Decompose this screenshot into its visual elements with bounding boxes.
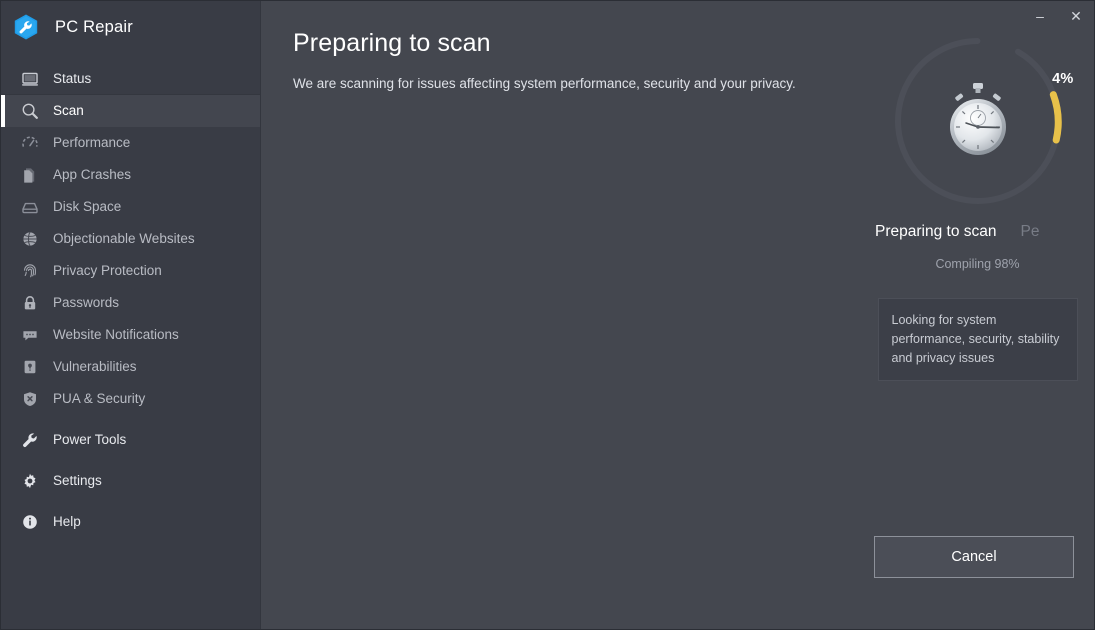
- wrench-hexagon-icon: [11, 12, 41, 42]
- sidebar-item-disk-space[interactable]: Disk Space: [1, 191, 260, 223]
- sidebar-item-vulnerabilities[interactable]: Vulnerabilities: [1, 351, 260, 383]
- close-icon: ✕: [1070, 7, 1082, 24]
- sidebar-item-settings[interactable]: Settings: [1, 465, 260, 497]
- sidebar-item-pua-security[interactable]: PUA & Security: [1, 383, 260, 415]
- minimize-icon: –: [1036, 8, 1044, 24]
- sidebar-item-label: Status: [53, 70, 92, 86]
- sidebar-item-label: Settings: [53, 473, 102, 489]
- sidebar-item-label: Scan: [53, 103, 84, 119]
- progress-percent: 4%: [1052, 71, 1074, 87]
- compiling-status: Compiling 98%: [935, 257, 1020, 271]
- sidebar-item-objectionable-websites[interactable]: Objectionable Websites: [1, 223, 260, 255]
- scan-progress-panel: 4% Preparing to scan Pe Compiling 98% Lo…: [875, 33, 1080, 381]
- cancel-button[interactable]: Cancel: [874, 536, 1074, 578]
- main-content: – ✕ Preparing to scan We are scanning fo…: [261, 1, 1094, 629]
- sidebar-item-label: Objectionable Websites: [53, 231, 195, 247]
- info-circle-icon: [19, 511, 41, 533]
- sidebar-item-label: Privacy Protection: [53, 263, 162, 279]
- speedometer-icon: [19, 132, 41, 154]
- sidebar-item-label: Website Notifications: [53, 327, 179, 343]
- stage-carousel-track: Preparing to scan Pe: [875, 223, 1063, 241]
- stage-carousel: Preparing to scan Pe: [875, 223, 1080, 247]
- sidebar-item-label: Passwords: [53, 295, 120, 311]
- fingerprint-icon: [19, 260, 41, 282]
- sidebar: PC Repair Status Scan Performance App Cr…: [1, 1, 261, 629]
- sidebar-item-passwords[interactable]: Passwords: [1, 287, 260, 319]
- sidebar-item-status[interactable]: Status: [1, 63, 260, 95]
- sidebar-item-app-crashes[interactable]: App Crashes: [1, 159, 260, 191]
- shield-x-icon: [19, 388, 41, 410]
- sidebar-nav: Status Scan Performance App Crashes Disk…: [1, 63, 260, 538]
- globe-icon: [19, 228, 41, 250]
- page-subtitle: We are scanning for issues affecting sys…: [293, 76, 796, 91]
- sidebar-item-scan[interactable]: Scan: [1, 95, 260, 127]
- scan-tip-box: Looking for system performance, security…: [877, 298, 1078, 381]
- minimize-button[interactable]: –: [1022, 1, 1058, 31]
- sidebar-item-performance[interactable]: Performance: [1, 127, 260, 159]
- close-button[interactable]: ✕: [1058, 1, 1094, 31]
- progress-ring: 4%: [890, 33, 1073, 209]
- sidebar-item-label: Help: [53, 514, 81, 530]
- sidebar-item-help[interactable]: Help: [1, 506, 260, 538]
- brand-header: PC Repair: [1, 1, 260, 53]
- harddrive-icon: [19, 196, 41, 218]
- page-title: Preparing to scan: [293, 29, 491, 57]
- stage-next-label: Pe: [1020, 223, 1040, 240]
- sidebar-item-label: PUA & Security: [53, 391, 146, 407]
- speech-bubble-icon: [19, 324, 41, 346]
- sidebar-item-label: Power Tools: [53, 432, 127, 448]
- sidebar-item-label: Performance: [53, 135, 131, 151]
- sidebar-item-website-notifications[interactable]: Website Notifications: [1, 319, 260, 351]
- window-controls: – ✕: [1022, 1, 1094, 31]
- lock-icon: [19, 292, 41, 314]
- sidebar-item-privacy-protection[interactable]: Privacy Protection: [1, 255, 260, 287]
- monitor-icon: [19, 68, 41, 90]
- sidebar-item-label: Disk Space: [53, 199, 122, 215]
- document-crash-icon: [19, 164, 41, 186]
- sidebar-item-label: App Crashes: [53, 167, 132, 183]
- shield-exclamation-icon: [19, 356, 41, 378]
- magnifier-icon: [19, 100, 41, 122]
- wrench-icon: [19, 429, 41, 451]
- sidebar-item-power-tools[interactable]: Power Tools: [1, 424, 260, 456]
- pc-repair-window: PC Repair Status Scan Performance App Cr…: [0, 0, 1095, 630]
- sidebar-item-label: Vulnerabilities: [53, 359, 137, 375]
- gear-icon: [19, 470, 41, 492]
- app-title: PC Repair: [55, 17, 133, 36]
- stage-current-label: Preparing to scan: [875, 223, 997, 240]
- stopwatch-icon: [943, 81, 1013, 161]
